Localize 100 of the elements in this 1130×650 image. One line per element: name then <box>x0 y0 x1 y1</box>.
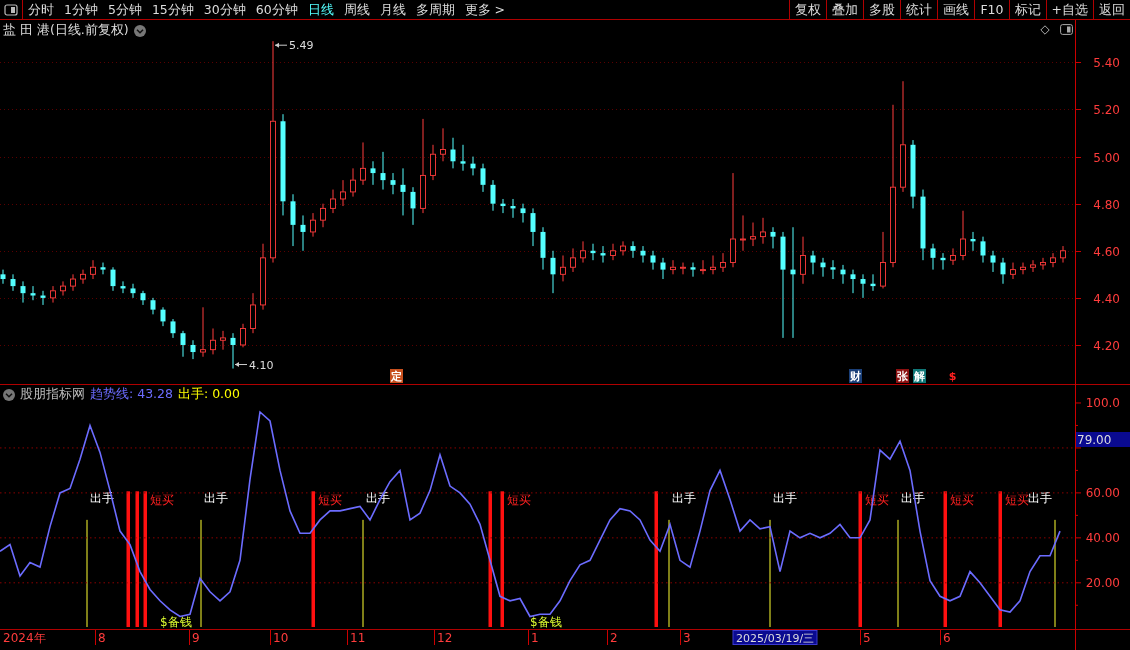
candle <box>800 236 806 285</box>
candle <box>510 198 516 219</box>
signal-label: 短买 <box>150 493 174 508</box>
candle <box>680 262 686 275</box>
candle <box>230 332 236 369</box>
candle <box>560 255 566 282</box>
axis-label: 4.20 <box>1093 338 1120 353</box>
candle <box>830 259 836 280</box>
dropdown-icon[interactable] <box>3 388 15 401</box>
candle <box>250 292 256 334</box>
period-tab[interactable]: 周线 <box>338 0 375 19</box>
event-marker: 解 <box>913 369 926 383</box>
candle <box>130 283 136 299</box>
axis-label: 20.00 <box>1085 575 1120 590</box>
period-tab[interactable]: 30分钟 <box>198 0 251 19</box>
signal-label: 出手 <box>204 491 228 506</box>
candle <box>340 179 346 207</box>
period-tab[interactable]: 5分钟 <box>102 0 147 19</box>
period-tab[interactable]: 月线 <box>374 0 411 19</box>
candle <box>410 186 416 226</box>
candle <box>840 264 846 285</box>
candle <box>430 144 436 181</box>
candle <box>400 167 406 216</box>
toolbar-button[interactable]: 复权 <box>789 0 827 19</box>
cursor-date-label: 2025/03/19/三 <box>732 630 818 645</box>
candle <box>850 269 856 294</box>
period-tab[interactable]: 日线 <box>302 0 339 19</box>
candle <box>10 273 16 292</box>
axis-label: 5.20 <box>1093 102 1120 117</box>
candle <box>540 226 546 271</box>
candle <box>70 273 76 292</box>
period-tab[interactable]: 分时 <box>23 0 59 19</box>
panel-toggle-icon[interactable] <box>1060 24 1073 35</box>
period-tab[interactable]: 1分钟 <box>59 0 103 19</box>
candle <box>140 290 146 306</box>
toolbar-button[interactable]: 多股 <box>863 0 901 19</box>
candle <box>1040 257 1046 271</box>
diamond-icon[interactable] <box>1040 24 1050 35</box>
candle <box>380 151 386 191</box>
toolbar-button[interactable]: F10 <box>974 0 1009 19</box>
signal-label: 短买 <box>318 493 342 508</box>
axis-label: 60.00 <box>1085 485 1120 500</box>
candle <box>100 262 106 275</box>
candle <box>450 137 456 169</box>
date-label: 5 <box>863 631 871 645</box>
candle <box>150 297 156 315</box>
date-label: 3 <box>683 631 691 645</box>
candle <box>330 189 336 214</box>
dropdown-icon[interactable] <box>133 24 146 37</box>
candle <box>160 306 166 327</box>
candle <box>210 328 216 355</box>
candle <box>930 243 936 271</box>
toolbar-button[interactable]: 统计 <box>900 0 938 19</box>
candle <box>950 247 956 266</box>
toolbar-button[interactable]: +自选 <box>1045 0 1093 19</box>
candle <box>390 172 396 195</box>
candle <box>370 160 376 186</box>
candle <box>80 269 86 285</box>
candle <box>880 231 886 289</box>
period-tab[interactable]: 更多 > <box>459 0 511 19</box>
candle <box>110 266 116 292</box>
toolbar-button[interactable]: 标记 <box>1008 0 1046 19</box>
toolbar-button[interactable]: 返回 <box>1093 0 1130 19</box>
period-tab[interactable]: 多周期 <box>410 0 460 19</box>
candle <box>40 290 46 306</box>
signal-label: 出手 <box>1028 491 1052 506</box>
candle <box>180 330 186 358</box>
candle <box>240 323 246 348</box>
axis-label: 4.40 <box>1093 291 1120 306</box>
candle <box>970 231 976 252</box>
toolbar-button[interactable]: 叠加 <box>826 0 864 19</box>
date-label: 2024年 <box>3 631 46 645</box>
candle <box>290 193 296 247</box>
candle <box>1000 257 1006 285</box>
candle <box>750 222 756 247</box>
axis-label: 40.00 <box>1085 530 1120 545</box>
axis-label: 4.60 <box>1093 244 1120 259</box>
axis-label: 5.00 <box>1093 150 1120 165</box>
candle <box>1030 259 1036 273</box>
candle <box>170 318 176 339</box>
candle <box>120 280 126 294</box>
candle <box>940 252 946 271</box>
panel-toggle-icon[interactable] <box>4 3 18 16</box>
event-marker: $ <box>948 370 957 383</box>
candle <box>500 198 506 214</box>
signal-label: 短买 <box>507 493 531 508</box>
date-label: 11 <box>350 631 366 645</box>
axis-label: 100.0 <box>1085 396 1120 410</box>
candle <box>810 250 816 275</box>
candle <box>910 139 916 209</box>
period-tab[interactable]: 60分钟 <box>250 0 303 19</box>
candle <box>1020 262 1026 275</box>
candle <box>1060 245 1066 264</box>
candle <box>860 273 866 299</box>
period-tab[interactable]: 15分钟 <box>146 0 199 19</box>
candle <box>90 259 96 280</box>
signal-label: 出手 <box>773 491 797 506</box>
candle <box>700 259 706 275</box>
indicator-value: 趋势线: 43.28 <box>90 386 173 403</box>
toolbar-button[interactable]: 画线 <box>937 0 975 19</box>
